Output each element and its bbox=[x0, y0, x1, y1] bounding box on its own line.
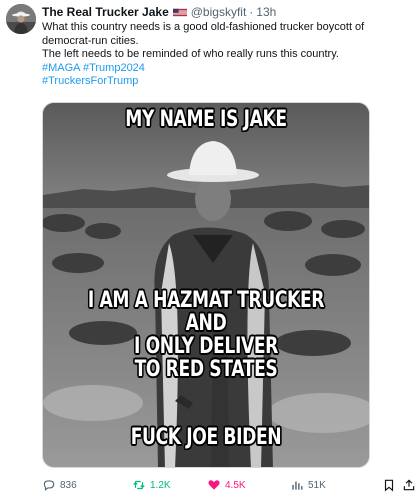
meme-top-text: MY NAME IS JAKE bbox=[125, 107, 287, 132]
reply-button[interactable]: 836 bbox=[42, 474, 77, 496]
views-count: 51K bbox=[308, 479, 326, 491]
share-button[interactable] bbox=[402, 474, 416, 496]
author-name[interactable]: The Real Trucker Jake bbox=[42, 4, 169, 20]
post-text: What this country needs is a good old-fa… bbox=[42, 21, 409, 89]
tweet-header: The Real Trucker Jake @bigskyfit · 13h bbox=[42, 4, 411, 20]
author-handle[interactable]: @bigskyfit bbox=[191, 4, 247, 20]
meme-middle-line: I ONLY DELIVER bbox=[133, 334, 279, 359]
repost-button[interactable]: 1.2K bbox=[132, 474, 171, 496]
post-time[interactable]: 13h bbox=[256, 4, 276, 20]
meme-middle-line: AND bbox=[185, 311, 227, 336]
tweet[interactable]: The Real Trucker Jake @bigskyfit · 13h W… bbox=[0, 0, 419, 500]
photo-cowboy-desert bbox=[43, 103, 369, 467]
post-line-1: What this country needs is a good old-fa… bbox=[42, 21, 365, 47]
meme-middle-line: TO RED STATES bbox=[134, 357, 278, 382]
hashtags-line-2[interactable]: #TruckersForTrump bbox=[42, 75, 409, 89]
bookmark-icon bbox=[384, 479, 394, 492]
views-button[interactable]: 51K bbox=[290, 474, 326, 496]
like-count: 4.5K bbox=[225, 479, 246, 491]
share-icon bbox=[403, 479, 415, 491]
reply-count: 836 bbox=[60, 479, 77, 491]
like-button[interactable]: 4.5K bbox=[207, 474, 246, 496]
hashtags-line-1[interactable]: #MAGA #Trump2024 bbox=[42, 62, 409, 76]
meme-middle-text: I AM A HAZMAT TRUCKER AND I ONLY DELIVER… bbox=[79, 289, 333, 381]
post-image[interactable]: MY NAME IS JAKE I AM A HAZMAT TRUCKER AN… bbox=[42, 102, 370, 468]
action-bar: 836 1.2K 4.5K 51K bbox=[42, 474, 415, 496]
heart-icon bbox=[208, 480, 220, 490]
reply-icon bbox=[43, 480, 55, 491]
meme-middle-line: I AM A HAZMAT TRUCKER bbox=[87, 288, 325, 313]
views-icon bbox=[292, 481, 303, 490]
separator-dot: · bbox=[249, 5, 254, 19]
post-line-2: The left needs to be reminded of who rea… bbox=[42, 48, 339, 60]
meme-bottom-text: FUCK JOE BIDEN bbox=[130, 425, 282, 450]
avatar-image bbox=[6, 4, 36, 34]
repost-count: 1.2K bbox=[150, 479, 171, 491]
bookmark-button[interactable] bbox=[382, 474, 396, 496]
avatar[interactable] bbox=[6, 4, 36, 34]
us-flag-icon bbox=[172, 8, 187, 16]
repost-icon bbox=[133, 480, 145, 490]
